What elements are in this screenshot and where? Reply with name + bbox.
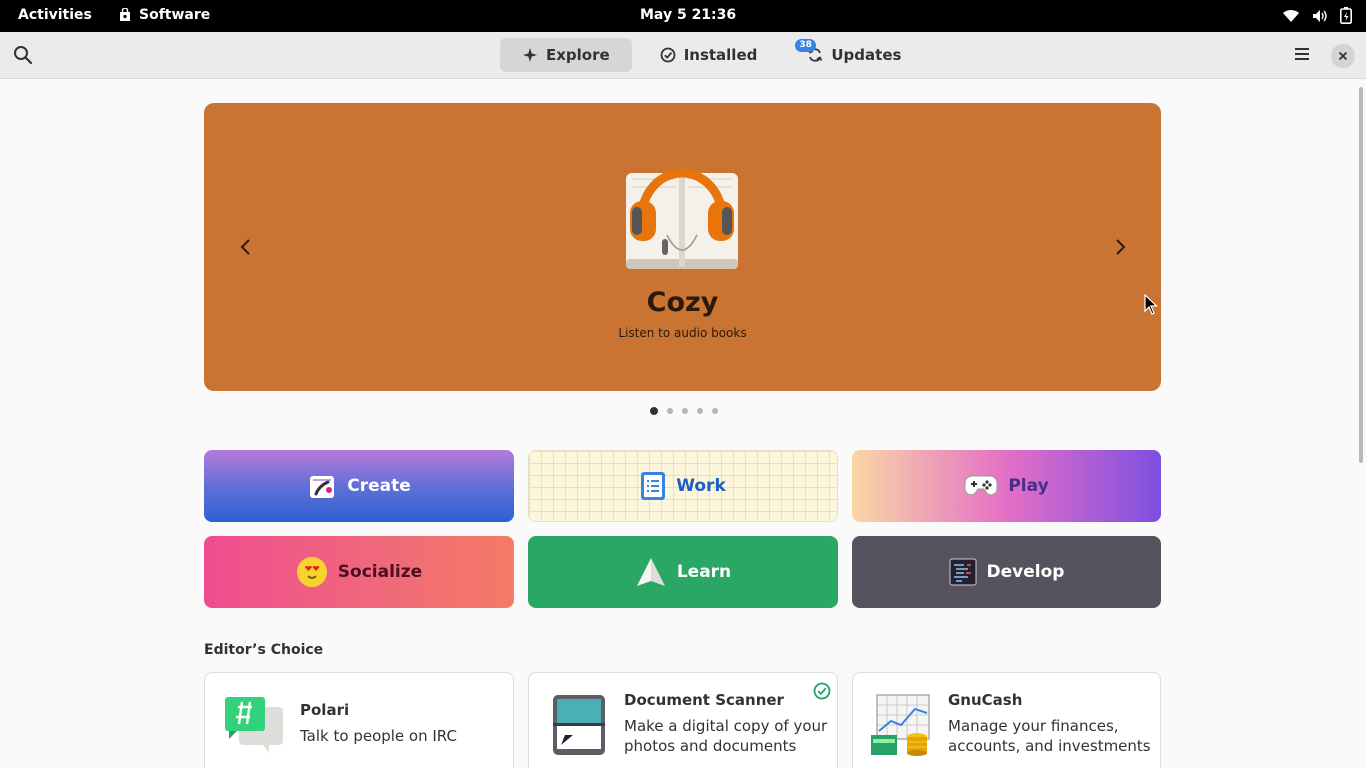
carousel-dot[interactable] [667,408,673,414]
header-bar: Explore Installed 38 Updates [0,32,1366,79]
featured-app-name: Cozy [646,287,719,318]
search-button[interactable] [13,45,35,67]
category-learn-label: Learn [676,562,732,582]
mouse-pointer-icon [1144,294,1158,315]
category-develop[interactable]: Develop [852,536,1161,608]
battery-icon [1340,7,1352,24]
paint-icon [310,476,335,498]
editors-choice-heading: Editor’s Choice [204,642,324,658]
carousel-previous-button[interactable] [236,237,256,257]
polari-app-icon [225,697,283,753]
app-menu[interactable]: Software [118,7,210,23]
app-menu-label: Software [139,7,211,23]
category-play-label: Play [1008,476,1049,496]
tab-explore[interactable]: Explore [500,38,632,72]
volume-icon [1313,9,1327,22]
software-bag-icon [120,8,130,21]
app-tile-description: Manage your finances, accounts, and inve… [948,717,1151,755]
paper-plane-icon [636,558,665,586]
featured-carousel[interactable]: Cozy Listen to audio books [204,103,1161,391]
category-create-label: Create [347,476,411,496]
tab-updates[interactable]: 38 Updates [785,38,923,72]
document-scanner-app-icon [553,695,605,755]
carousel-dot[interactable] [682,408,688,414]
app-tile-polari[interactable]: Polari Talk to people on IRC [204,672,514,768]
category-create[interactable]: Create [204,450,514,522]
heart-eyes-emoji-icon [296,557,327,587]
close-window-button[interactable] [1331,44,1355,68]
installed-indicator [813,682,831,704]
app-tile-gnucash[interactable]: GnuCash Manage your finances, accounts, … [852,672,1161,768]
view-switcher: Explore Installed 38 Updates [500,38,923,72]
wifi-icon [1283,9,1299,22]
gamepad-icon [964,475,998,496]
category-work-label: Work [676,476,726,496]
app-tile-document-scanner[interactable]: Document Scanner Make a digital copy of … [528,672,838,768]
system-top-bar: Activities Software May 5 21:36 [0,0,1366,32]
activities-button[interactable]: Activities [18,7,92,23]
carousel-dot[interactable] [697,408,703,414]
code-editor-icon [949,558,977,586]
check-circle-icon [660,47,676,63]
category-socialize[interactable]: Socialize [204,536,514,608]
carousel-page-indicator [650,407,718,415]
check-circle-icon [813,682,831,700]
app-tile-title: Document Scanner [624,691,784,709]
chevron-left-icon [240,239,250,255]
main-menu-button[interactable] [1293,45,1311,67]
app-tile-title: Polari [300,701,350,719]
carousel-next-button[interactable] [1110,237,1130,257]
hamburger-menu-icon [1295,48,1309,60]
scrollbar[interactable] [1359,87,1363,463]
app-tile-description: Talk to people on IRC [300,727,457,745]
featured-app-description: Listen to audio books [618,326,747,340]
checklist-icon [641,472,666,500]
carousel-dot[interactable] [712,408,718,414]
category-socialize-label: Socialize [337,562,423,582]
cozy-app-icon [622,155,742,275]
clock[interactable]: May 5 21:36 [640,7,736,23]
category-work[interactable]: Work [528,450,838,522]
category-play[interactable]: Play [852,450,1161,522]
close-icon [1338,51,1348,61]
updates-count-badge: 38 [795,39,816,52]
category-learn[interactable]: Learn [528,536,838,608]
chevron-right-icon [1116,239,1126,255]
carousel-dot[interactable] [650,407,658,415]
category-develop-label: Develop [986,562,1065,582]
system-tray[interactable] [1282,7,1352,24]
tab-installed[interactable]: Installed [638,38,780,72]
tab-updates-label: Updates [831,46,902,64]
gnucash-app-icon [871,694,930,756]
app-tile-title: GnuCash [948,691,1023,709]
sparkle-icon [523,48,537,62]
search-icon [14,46,33,65]
tab-installed-label: Installed [683,46,758,64]
app-tile-description: Make a digital copy of your photos and d… [624,717,828,755]
tab-explore-label: Explore [546,46,610,64]
